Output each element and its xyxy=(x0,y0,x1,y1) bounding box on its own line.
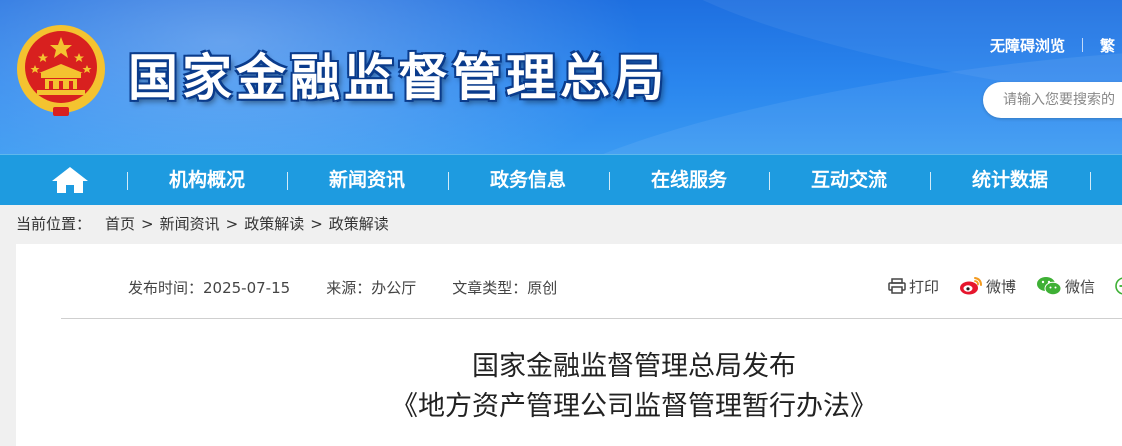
nav-item-institution[interactable]: 机构概况 xyxy=(127,155,287,205)
breadcrumb-news[interactable]: 新闻资讯 xyxy=(160,215,220,233)
breadcrumb-home[interactable]: 首页 xyxy=(105,215,135,233)
top-links: 无障碍浏览 繁 xyxy=(990,35,1115,55)
plus-circle-icon xyxy=(1115,277,1122,295)
main-nav: 机构概况 新闻资讯 政务信息 在线服务 互动交流 统计数据 xyxy=(0,154,1122,205)
traditional-chinese-link[interactable]: 繁 xyxy=(1100,35,1115,56)
article-container: 发布时间：2025-07-15 来源：办公厅 文章类型：原创 打印 微博 微信 … xyxy=(16,244,1122,446)
wechat-label: 微信 xyxy=(1065,277,1096,296)
print-label: 打印 xyxy=(909,277,940,296)
more-share-button[interactable] xyxy=(1115,277,1122,295)
publish-time: 发布时间：2025-07-15 xyxy=(128,279,291,297)
meta-divider xyxy=(61,318,1122,319)
search-box xyxy=(983,82,1122,118)
wechat-icon xyxy=(1037,277,1062,296)
article-meta: 发布时间：2025-07-15 来源：办公厅 文章类型：原创 xyxy=(128,277,557,298)
national-emblem-icon xyxy=(17,25,105,116)
article-title: 国家金融监督管理总局发布 《地方资产管理公司监督管理暂行办法》 xyxy=(16,347,1122,427)
nav-item-interaction[interactable]: 互动交流 xyxy=(769,155,929,205)
print-button[interactable]: 打印 xyxy=(888,276,939,297)
home-icon[interactable] xyxy=(51,166,89,194)
nav-item-news[interactable]: 新闻资讯 xyxy=(287,155,447,205)
nav-item-government-info[interactable]: 政务信息 xyxy=(448,155,608,205)
breadcrumb-policy[interactable]: 政策解读 xyxy=(244,215,304,233)
breadcrumb-separator: > xyxy=(141,215,154,233)
article-title-line2: 《地方资产管理公司监督管理暂行办法》 xyxy=(391,391,877,422)
search-input[interactable] xyxy=(1003,82,1122,118)
article-source: 来源：办公厅 xyxy=(326,279,417,297)
link-separator xyxy=(1082,38,1084,52)
weibo-label: 微博 xyxy=(986,277,1017,296)
breadcrumb: 当前位置： 首页 > 新闻资讯 > 政策解读 > 政策解读 xyxy=(16,204,389,244)
article-type: 文章类型：原创 xyxy=(452,279,558,297)
breadcrumb-separator: > xyxy=(225,215,239,233)
site-header: 国家金融监督管理总局 无障碍浏览 繁 xyxy=(0,0,1122,154)
weibo-share-button[interactable]: 微博 xyxy=(959,276,1016,297)
breadcrumb-label: 当前位置： xyxy=(16,215,92,233)
nav-item-online-service[interactable]: 在线服务 xyxy=(609,155,769,205)
breadcrumb-separator: > xyxy=(310,215,323,233)
site-title: 国家金融监督管理总局 xyxy=(128,49,668,107)
weibo-icon xyxy=(960,277,983,295)
article-title-line1: 国家金融监督管理总局发布 xyxy=(472,351,796,382)
printer-icon xyxy=(888,278,906,294)
breadcrumb-policy-current[interactable]: 政策解读 xyxy=(329,215,389,233)
share-bar: 打印 微博 微信 xyxy=(888,273,1122,299)
nav-item-statistics[interactable]: 统计数据 xyxy=(930,155,1090,205)
nav-separator xyxy=(1090,172,1091,190)
wechat-share-button[interactable]: 微信 xyxy=(1036,276,1095,297)
accessibility-link[interactable]: 无障碍浏览 xyxy=(990,35,1065,56)
